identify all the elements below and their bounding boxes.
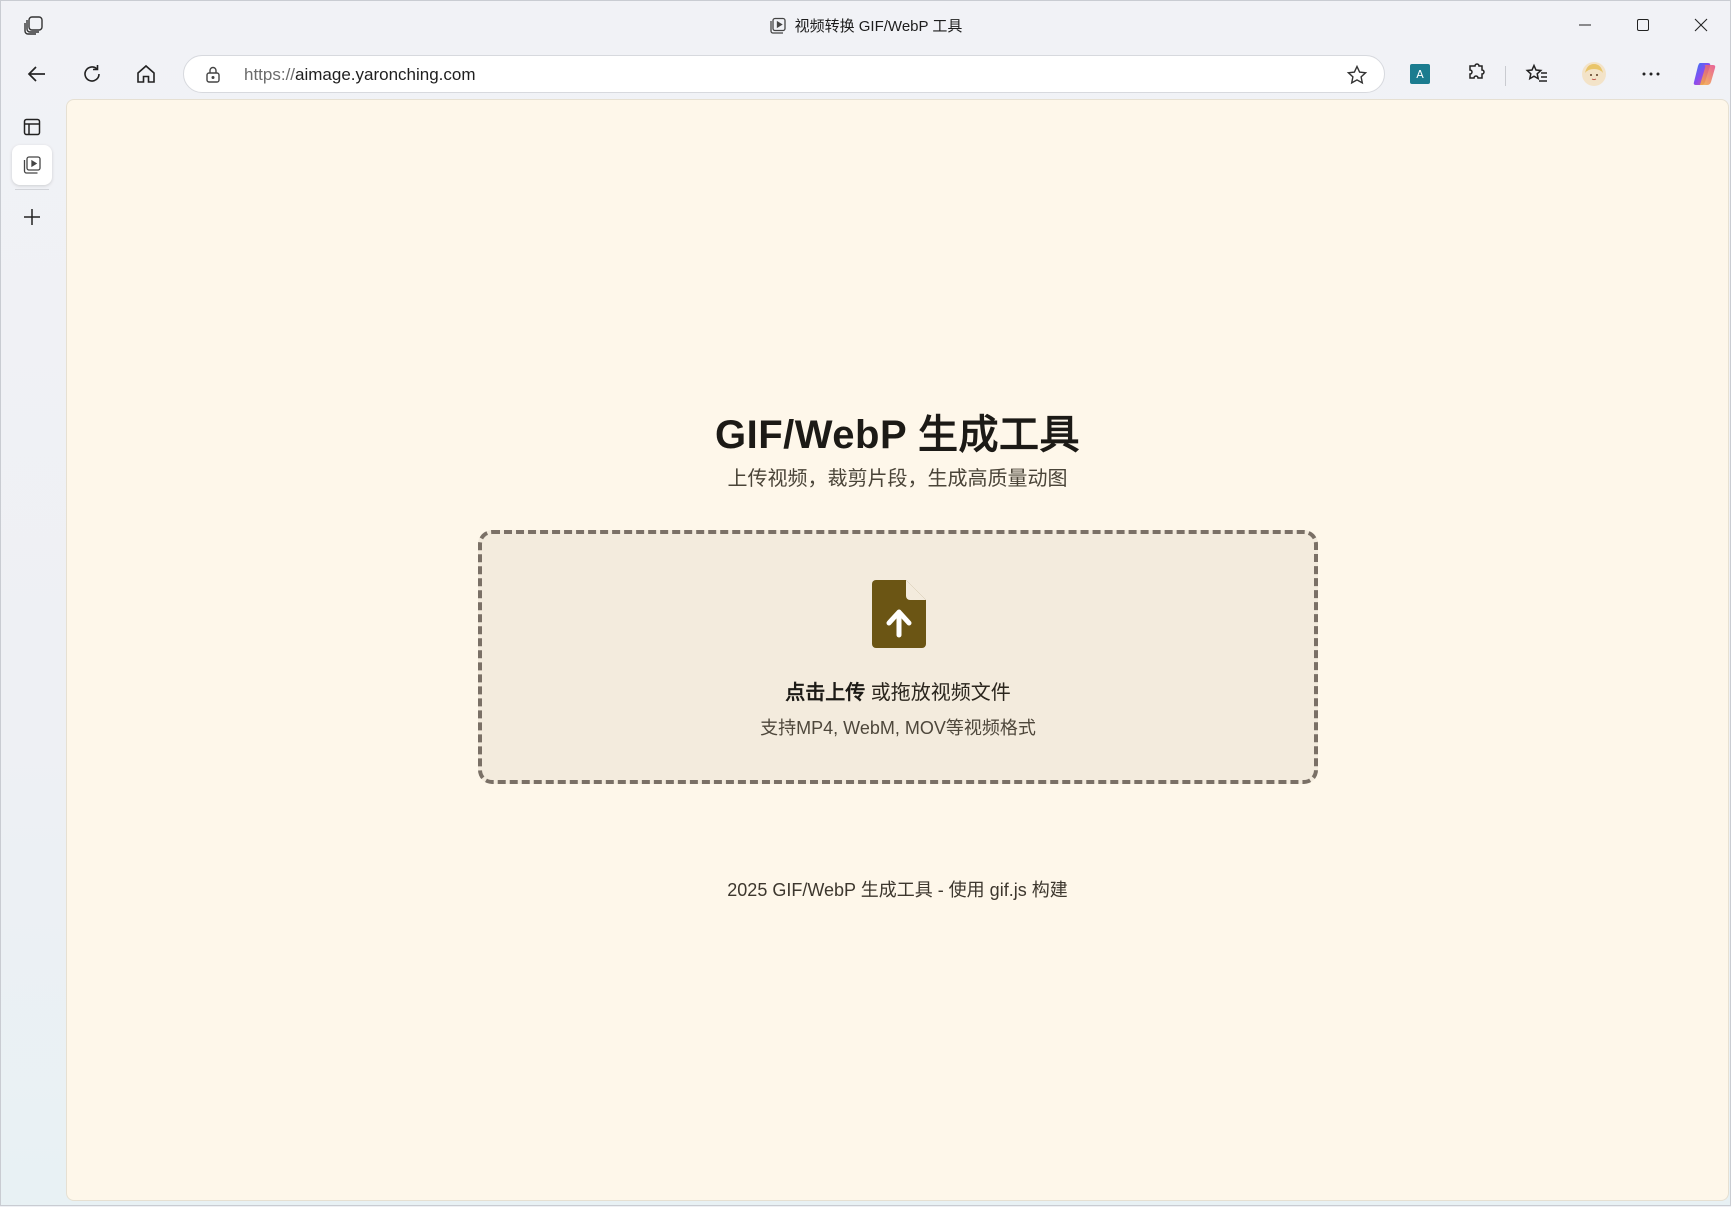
profile-avatar[interactable]: [1576, 56, 1612, 92]
video-tab-favicon-icon: [23, 156, 41, 174]
url-text[interactable]: https://aimage.yaronching.com: [244, 65, 476, 85]
address-bar[interactable]: https://aimage.yaronching.com: [183, 55, 1385, 93]
toolbar-divider: [1505, 66, 1506, 86]
sidebar-layout-icon: [23, 118, 41, 136]
upload-drag-label: 或拖放视频文件: [865, 682, 1011, 704]
more-menu-icon[interactable]: [1633, 56, 1669, 92]
tab-favicon-icon: [769, 17, 787, 35]
new-tab-button[interactable]: [12, 197, 52, 237]
upload-format-hint: 支持MP4, WebM, MOV等视频格式: [760, 718, 1036, 738]
favorite-star-icon[interactable]: [1346, 64, 1368, 86]
copilot-icon[interactable]: [1687, 56, 1723, 92]
tab-actions-button[interactable]: [12, 107, 52, 147]
vertical-tabs-sidebar: [1, 97, 63, 1207]
page-subtitle: 上传视频，裁剪片段，生成高质量动图: [727, 468, 1068, 490]
home-icon: [137, 64, 155, 83]
sidebar-divider: [15, 189, 49, 190]
page-footer: 2025 GIF/WebP 生成工具 - 使用 gif.js 构建: [727, 880, 1068, 900]
arrow-left-icon: [27, 66, 45, 82]
plus-icon: [24, 209, 40, 225]
window-title: 视频转换 GIF/WebP 工具: [1, 15, 1730, 36]
lock-icon[interactable]: [204, 65, 222, 83]
page-content: GIF/WebP 生成工具 上传视频，裁剪片段，生成高质量动图 点击上传 或拖放…: [66, 99, 1729, 1201]
title-bar: 视频转换 GIF/WebP 工具: [1, 1, 1730, 49]
back-button[interactable]: [19, 56, 55, 92]
url-host: aimage.yaronching.com: [295, 65, 476, 84]
file-upload-icon: [872, 580, 926, 648]
minimize-button[interactable]: [1556, 1, 1614, 49]
browser-toolbar: https://aimage.yaronching.com A: [1, 51, 1730, 97]
upload-instruction: 点击上传 或拖放视频文件: [482, 676, 1314, 705]
refresh-button[interactable]: [74, 56, 110, 92]
browser-window: 视频转换 GIF/WebP 工具 https://aimage.yaronchi…: [0, 0, 1731, 1206]
upload-dropzone[interactable]: 点击上传 或拖放视频文件 支持MP4, WebM, MOV等视频格式: [478, 530, 1318, 784]
extension-translate-icon[interactable]: A: [1402, 56, 1438, 92]
upload-click-label[interactable]: 点击上传: [785, 682, 865, 704]
home-button[interactable]: [128, 56, 164, 92]
window-title-text: 视频转换 GIF/WebP 工具: [794, 18, 963, 35]
page-title: GIF/WebP 生成工具: [714, 413, 1081, 457]
extensions-puzzle-icon[interactable]: [1457, 56, 1493, 92]
maximize-button[interactable]: [1614, 1, 1672, 49]
close-button[interactable]: [1672, 1, 1730, 49]
tab-active[interactable]: [12, 145, 52, 185]
url-scheme: https://: [244, 65, 296, 84]
refresh-icon: [84, 65, 100, 82]
favorites-icon[interactable]: [1519, 56, 1555, 92]
svg-text:A: A: [1416, 68, 1424, 81]
